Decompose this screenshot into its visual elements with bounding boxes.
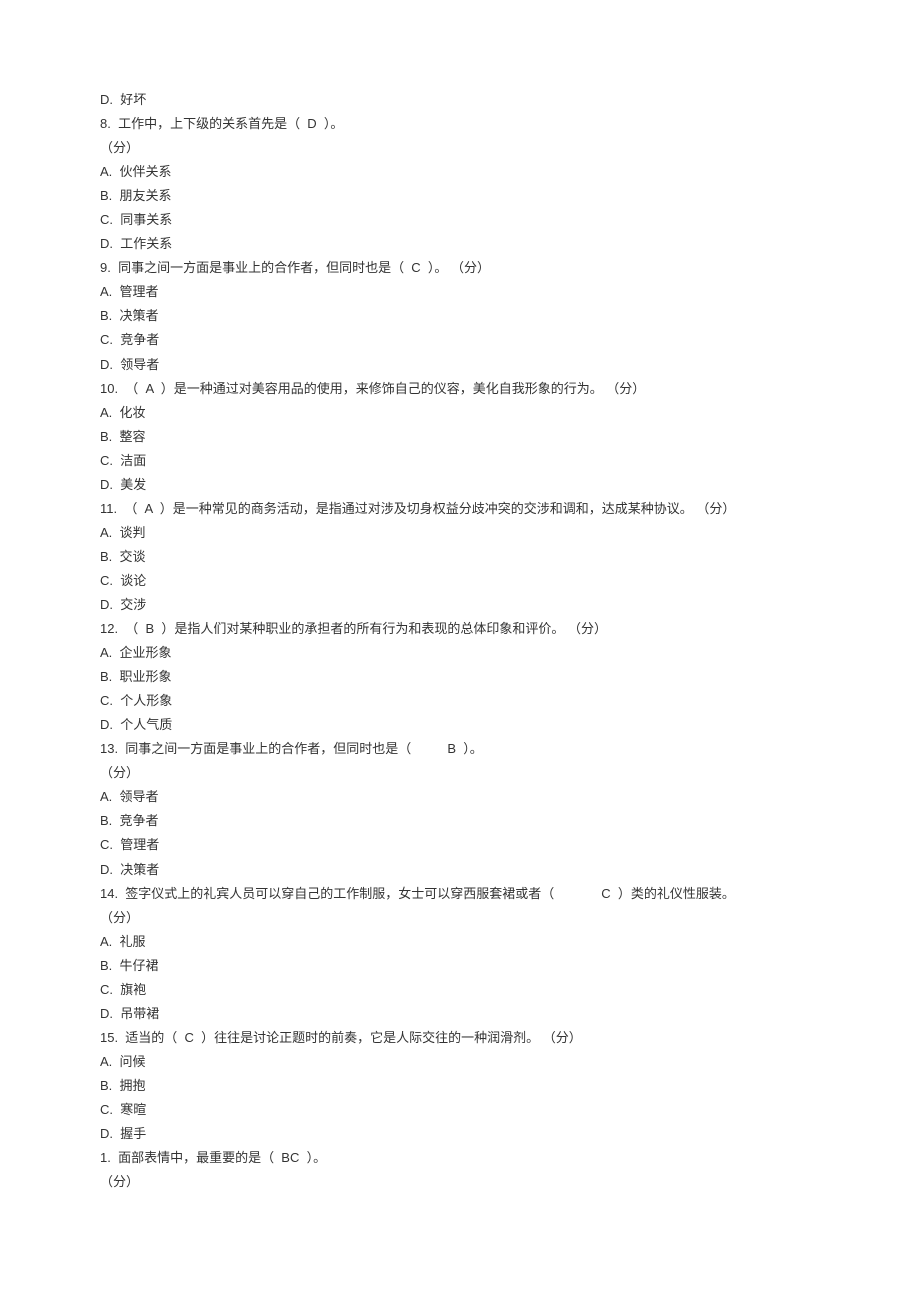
text-line: A. 领导者 <box>100 785 820 809</box>
text-line: 11. （ A ）是一种常见的商务活动，是指通过对涉及切身权益分歧冲突的交涉和调… <box>100 497 820 521</box>
text-line: A. 化妆 <box>100 401 820 425</box>
text-line: B. 竞争者 <box>100 809 820 833</box>
text-line: 13. 同事之间一方面是事业上的合作者，但同时也是（ B ）。 <box>100 737 820 761</box>
text-line: B. 整容 <box>100 425 820 449</box>
text-line: A. 企业形象 <box>100 641 820 665</box>
text-line: B. 交谈 <box>100 545 820 569</box>
text-line: （分） <box>100 1170 820 1194</box>
text-line: D. 个人气质 <box>100 713 820 737</box>
text-line: C. 谈论 <box>100 569 820 593</box>
document-page: D. 好坏 8. 工作中，上下级的关系首先是（ D ）。 （分） A. 伙伴关系… <box>0 0 920 1234</box>
text-line: 15. 适当的（ C ）往往是讨论正题时的前奏，它是人际交往的一种润滑剂。 （分… <box>100 1026 820 1050</box>
text-line: C. 个人形象 <box>100 689 820 713</box>
text-line: D. 好坏 <box>100 88 820 112</box>
text-line: B. 决策者 <box>100 304 820 328</box>
text-line: B. 职业形象 <box>100 665 820 689</box>
text-line: D. 交涉 <box>100 593 820 617</box>
text-line: 14. 签字仪式上的礼宾人员可以穿自己的工作制服，女士可以穿西服套裙或者（ C … <box>100 882 820 906</box>
text-line: D. 吊带裙 <box>100 1002 820 1026</box>
text-line: （分） <box>100 906 820 930</box>
text-line: D. 工作关系 <box>100 232 820 256</box>
text-line: B. 朋友关系 <box>100 184 820 208</box>
text-line: A. 礼服 <box>100 930 820 954</box>
text-line: A. 伙伴关系 <box>100 160 820 184</box>
text-line: C. 管理者 <box>100 833 820 857</box>
text-line: 12. （ B ）是指人们对某种职业的承担者的所有行为和表现的总体印象和评价。 … <box>100 617 820 641</box>
text-line: B. 牛仔裙 <box>100 954 820 978</box>
text-line: D. 握手 <box>100 1122 820 1146</box>
text-line: C. 旗袍 <box>100 978 820 1002</box>
text-line: A. 管理者 <box>100 280 820 304</box>
text-line: 8. 工作中，上下级的关系首先是（ D ）。 <box>100 112 820 136</box>
text-line: 10. （ A ）是一种通过对美容用品的使用，来修饰自己的仪容，美化自我形象的行… <box>100 377 820 401</box>
text-line: A. 问候 <box>100 1050 820 1074</box>
text-line: C. 竞争者 <box>100 328 820 352</box>
text-line: C. 洁面 <box>100 449 820 473</box>
text-line: C. 寒暄 <box>100 1098 820 1122</box>
text-line: A. 谈判 <box>100 521 820 545</box>
text-line: D. 领导者 <box>100 353 820 377</box>
text-line: C. 同事关系 <box>100 208 820 232</box>
text-line: （分） <box>100 761 820 785</box>
text-line: D. 决策者 <box>100 858 820 882</box>
text-line: D. 美发 <box>100 473 820 497</box>
text-line: 1. 面部表情中，最重要的是（ BC ）。 <box>100 1146 820 1170</box>
text-line: （分） <box>100 136 820 160</box>
text-line: 9. 同事之间一方面是事业上的合作者，但同时也是（ C ）。 （分） <box>100 256 820 280</box>
text-line: B. 拥抱 <box>100 1074 820 1098</box>
